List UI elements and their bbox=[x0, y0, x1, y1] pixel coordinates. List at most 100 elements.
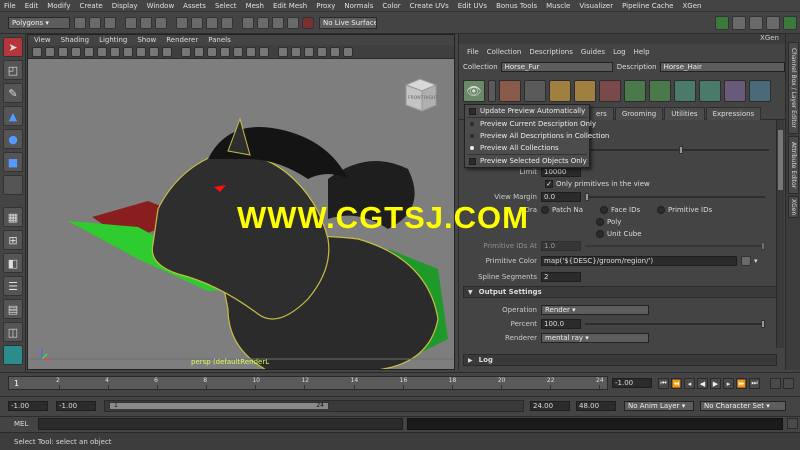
field-chart-icon[interactable] bbox=[136, 46, 146, 57]
lasso-tool-icon[interactable]: ◰ bbox=[3, 60, 23, 80]
menu-file[interactable]: File bbox=[4, 2, 16, 10]
menu-pipeline-cache[interactable]: Pipeline Cache bbox=[622, 2, 673, 10]
step-forward-key-icon[interactable]: ⏩ bbox=[736, 378, 747, 389]
guide-normalize-icon[interactable] bbox=[724, 80, 746, 102]
command-language-label[interactable]: MEL bbox=[14, 420, 38, 428]
only-primitives-checkbox[interactable]: ✓ bbox=[545, 179, 553, 188]
resolution-gate-icon[interactable] bbox=[110, 46, 120, 57]
anim-layer-dropdown[interactable]: No Anim Layer ▾ bbox=[624, 400, 694, 411]
command-input[interactable] bbox=[37, 417, 404, 430]
viewport-menu-lighting[interactable]: Lighting bbox=[99, 36, 127, 44]
expression-menu-arrow-icon[interactable]: ▾ bbox=[754, 257, 758, 265]
unit-cube-radio[interactable] bbox=[596, 229, 604, 238]
safe-title-icon[interactable] bbox=[162, 46, 172, 57]
menu-normals[interactable]: Normals bbox=[344, 2, 373, 10]
preview-menu-item[interactable]: Preview All Collections bbox=[465, 142, 589, 154]
paint-select-tool-icon[interactable]: ✎ bbox=[3, 83, 23, 103]
step-forward-frame-icon[interactable]: ▸ bbox=[723, 378, 734, 389]
menu-create-uvs[interactable]: Create UVs bbox=[410, 2, 449, 10]
edit-guides-icon[interactable] bbox=[574, 80, 596, 102]
viewport-menu-shading[interactable]: Shading bbox=[61, 36, 89, 44]
layout-single-icon[interactable]: ▦ bbox=[3, 207, 23, 227]
guide-bend-icon[interactable] bbox=[649, 80, 671, 102]
output-settings-header[interactable]: ▼ Output Settings bbox=[463, 286, 777, 298]
guide-comb-icon[interactable] bbox=[674, 80, 696, 102]
camera-attributes-icon[interactable] bbox=[45, 46, 55, 57]
gate-mask-icon[interactable] bbox=[123, 46, 133, 57]
toggle-layer-editor-icon[interactable] bbox=[783, 15, 797, 30]
live-surface-field[interactable]: No Live Surface bbox=[319, 16, 377, 29]
magnet-icon[interactable] bbox=[302, 16, 314, 29]
xgen-menu-file[interactable]: File bbox=[467, 48, 479, 56]
preview-menu-item[interactable]: Preview All Descriptions in Collection bbox=[465, 130, 609, 142]
menu-bonus-tools[interactable]: Bonus Tools bbox=[496, 2, 537, 10]
menu-create[interactable]: Create bbox=[79, 2, 102, 10]
collection-dropdown[interactable]: Horse_Fur bbox=[500, 62, 613, 72]
layout-persp-icon[interactable]: ◫ bbox=[3, 322, 23, 342]
preview-menu-item[interactable]: Preview Selected Objects Only bbox=[465, 155, 589, 167]
step-back-key-icon[interactable]: ⏪ bbox=[671, 378, 682, 389]
menu-modify[interactable]: Modify bbox=[47, 2, 70, 10]
xgen-menu-descriptions[interactable]: Descriptions bbox=[529, 48, 573, 56]
time-slider-track[interactable]: 2 4 6 8 10 12 14 16 18 20 22 24 bbox=[8, 376, 608, 390]
menu-display[interactable]: Display bbox=[112, 2, 138, 10]
snap-curve-icon[interactable] bbox=[191, 16, 203, 29]
menu-proxy[interactable]: Proxy bbox=[316, 2, 335, 10]
menu-assets[interactable]: Assets bbox=[183, 2, 206, 10]
smooth-shade-icon[interactable] bbox=[194, 46, 204, 57]
character-set-dropdown[interactable]: No Character Set ▾ bbox=[700, 400, 786, 411]
menu-visualizer[interactable]: Visualizer bbox=[579, 2, 613, 10]
layout-side-icon[interactable]: ◧ bbox=[3, 253, 23, 273]
open-scene-icon[interactable] bbox=[89, 16, 101, 29]
toggle-tool-settings-icon[interactable] bbox=[766, 15, 780, 30]
safe-action-icon[interactable] bbox=[149, 46, 159, 57]
play-forward-icon[interactable]: ▶ bbox=[710, 378, 721, 389]
isolate-select-icon[interactable] bbox=[278, 46, 288, 57]
spline-segments-field[interactable]: 2 bbox=[541, 271, 581, 282]
tab-modifiers[interactable]: ers bbox=[589, 106, 614, 120]
guide-length-icon[interactable] bbox=[624, 80, 646, 102]
face-ids-radio[interactable] bbox=[600, 205, 608, 214]
depth-of-field-icon[interactable] bbox=[343, 46, 353, 57]
tab-xgen[interactable]: XGen bbox=[788, 196, 799, 218]
tab-utilities[interactable]: Utilities bbox=[664, 106, 705, 120]
viewport-menu-panels[interactable]: Panels bbox=[208, 36, 231, 44]
guide-sculpt-icon[interactable] bbox=[749, 80, 771, 102]
bookmark-icon[interactable] bbox=[58, 46, 68, 57]
create-guides-icon[interactable] bbox=[549, 80, 571, 102]
ipr-render-icon[interactable] bbox=[272, 16, 284, 29]
xgen-menu-log[interactable]: Log bbox=[613, 48, 626, 56]
clear-preview-icon[interactable] bbox=[499, 80, 521, 102]
anti-aliasing-icon[interactable] bbox=[330, 46, 340, 57]
play-backward-icon[interactable]: ◀ bbox=[697, 378, 708, 389]
guide-icon[interactable] bbox=[524, 80, 546, 102]
preview-options-arrow-icon[interactable] bbox=[488, 80, 496, 102]
xgen-menu-collection[interactable]: Collection bbox=[487, 48, 522, 56]
toggle-channel-box-icon[interactable] bbox=[732, 15, 746, 30]
viewcube[interactable]: FRONT RIGHT bbox=[400, 77, 442, 113]
layout-graph-icon[interactable]: ▤ bbox=[3, 299, 23, 319]
script-editor-icon[interactable] bbox=[787, 418, 798, 429]
xray-icon[interactable] bbox=[259, 46, 269, 57]
end-field[interactable]: 24.00 bbox=[530, 400, 570, 411]
toggle-modeling-icon[interactable] bbox=[715, 15, 729, 30]
use-lights-icon[interactable] bbox=[233, 46, 243, 57]
layout-outliner-icon[interactable]: ☰ bbox=[3, 276, 23, 296]
wireframe-icon[interactable] bbox=[181, 46, 191, 57]
move-tool-icon[interactable]: ▲ bbox=[3, 106, 23, 126]
viewport-menu-view[interactable]: View bbox=[34, 36, 51, 44]
last-tool-icon[interactable] bbox=[3, 175, 23, 195]
menu-muscle[interactable]: Muscle bbox=[546, 2, 570, 10]
viewport-menu-renderer[interactable]: Renderer bbox=[166, 36, 198, 44]
menu-edit-mesh[interactable]: Edit Mesh bbox=[273, 2, 307, 10]
snap-plane-icon[interactable] bbox=[221, 16, 233, 29]
grid-icon[interactable] bbox=[84, 46, 94, 57]
render-settings-icon[interactable] bbox=[287, 16, 299, 29]
menu-set-dropdown[interactable]: Polygons ▾ bbox=[8, 16, 70, 29]
menu-select[interactable]: Select bbox=[215, 2, 237, 10]
limit-field[interactable]: 10000 bbox=[541, 166, 581, 177]
xgen-scrollbar[interactable] bbox=[776, 120, 784, 348]
guide-rebuild-icon[interactable] bbox=[699, 80, 721, 102]
end-max-field[interactable]: 48.00 bbox=[576, 400, 616, 411]
menu-xgen[interactable]: XGen bbox=[682, 2, 701, 10]
